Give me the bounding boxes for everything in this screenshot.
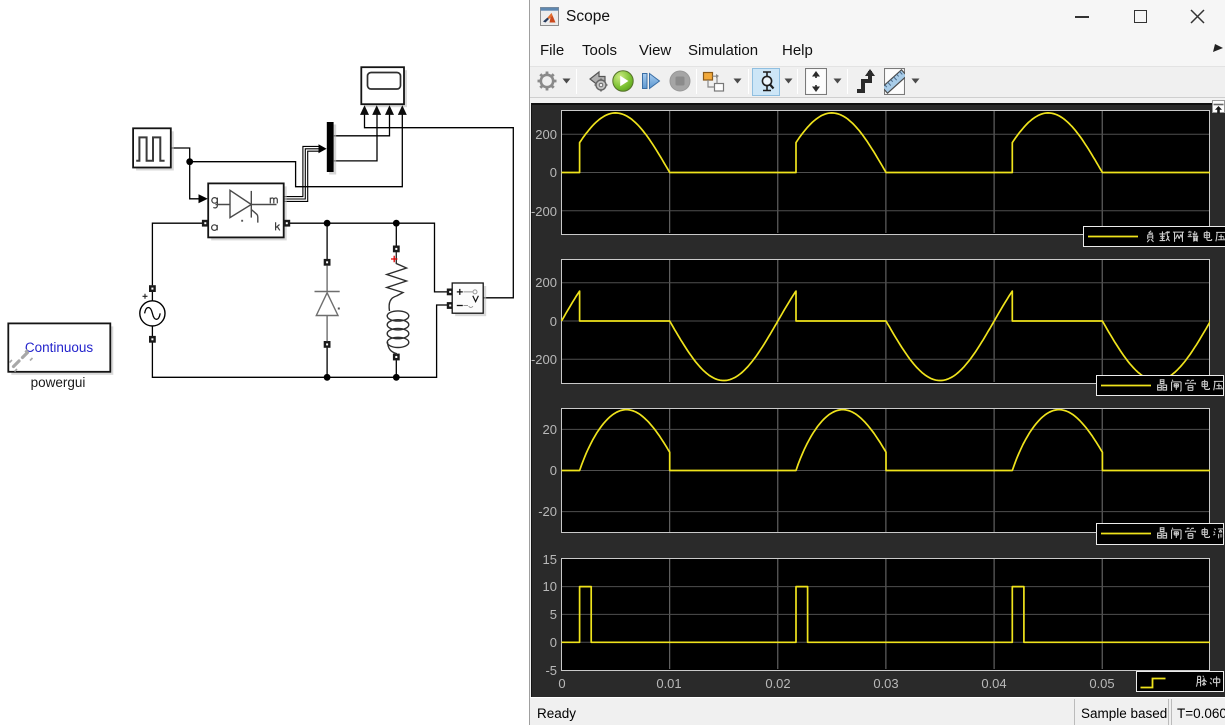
svg-text:Continuous: Continuous: [25, 340, 94, 355]
svg-text:powergui: powergui: [31, 375, 86, 390]
